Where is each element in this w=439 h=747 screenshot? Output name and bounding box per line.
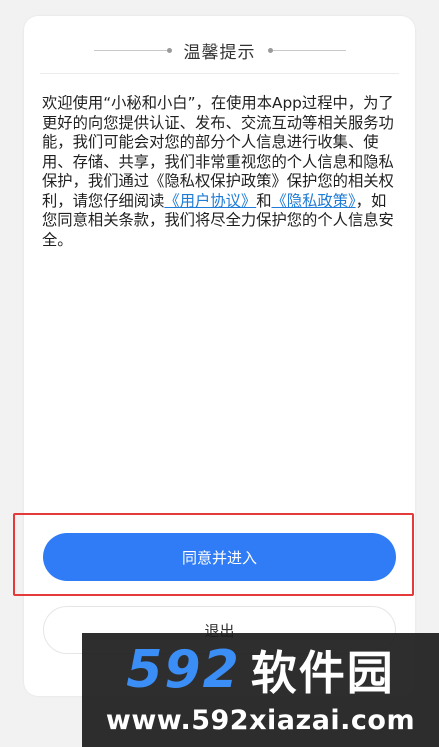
dialog-header: 温馨提示 — [24, 38, 415, 63]
consent-text: 欢迎使用“小秘和小白”，在使用本App过程中，为了更好的向您提供认证、发布、交流… — [42, 94, 394, 250]
privacy-policy-link[interactable]: 《隐私政策》 — [272, 192, 356, 210]
watermark-brand-text: 软件园 — [250, 646, 395, 700]
watermark-overlay: 592 软件园 www.592xiazai.com — [82, 633, 439, 747]
agree-and-enter-button[interactable]: 同意并进入 — [43, 533, 396, 581]
title-ornament-left — [93, 47, 172, 53]
consent-text-and: 和 — [256, 191, 272, 210]
watermark-url: www.592xiazai.com — [105, 705, 416, 736]
watermark-logo: 592 软件园 — [82, 639, 439, 701]
watermark-brand-number: 592 — [126, 640, 241, 700]
header-divider — [40, 73, 399, 74]
dialog-title: 温馨提示 — [183, 42, 256, 63]
dot-icon — [166, 47, 172, 53]
user-agreement-link[interactable]: 《用户协议》 — [164, 192, 256, 210]
title-ornament-right — [267, 47, 346, 53]
